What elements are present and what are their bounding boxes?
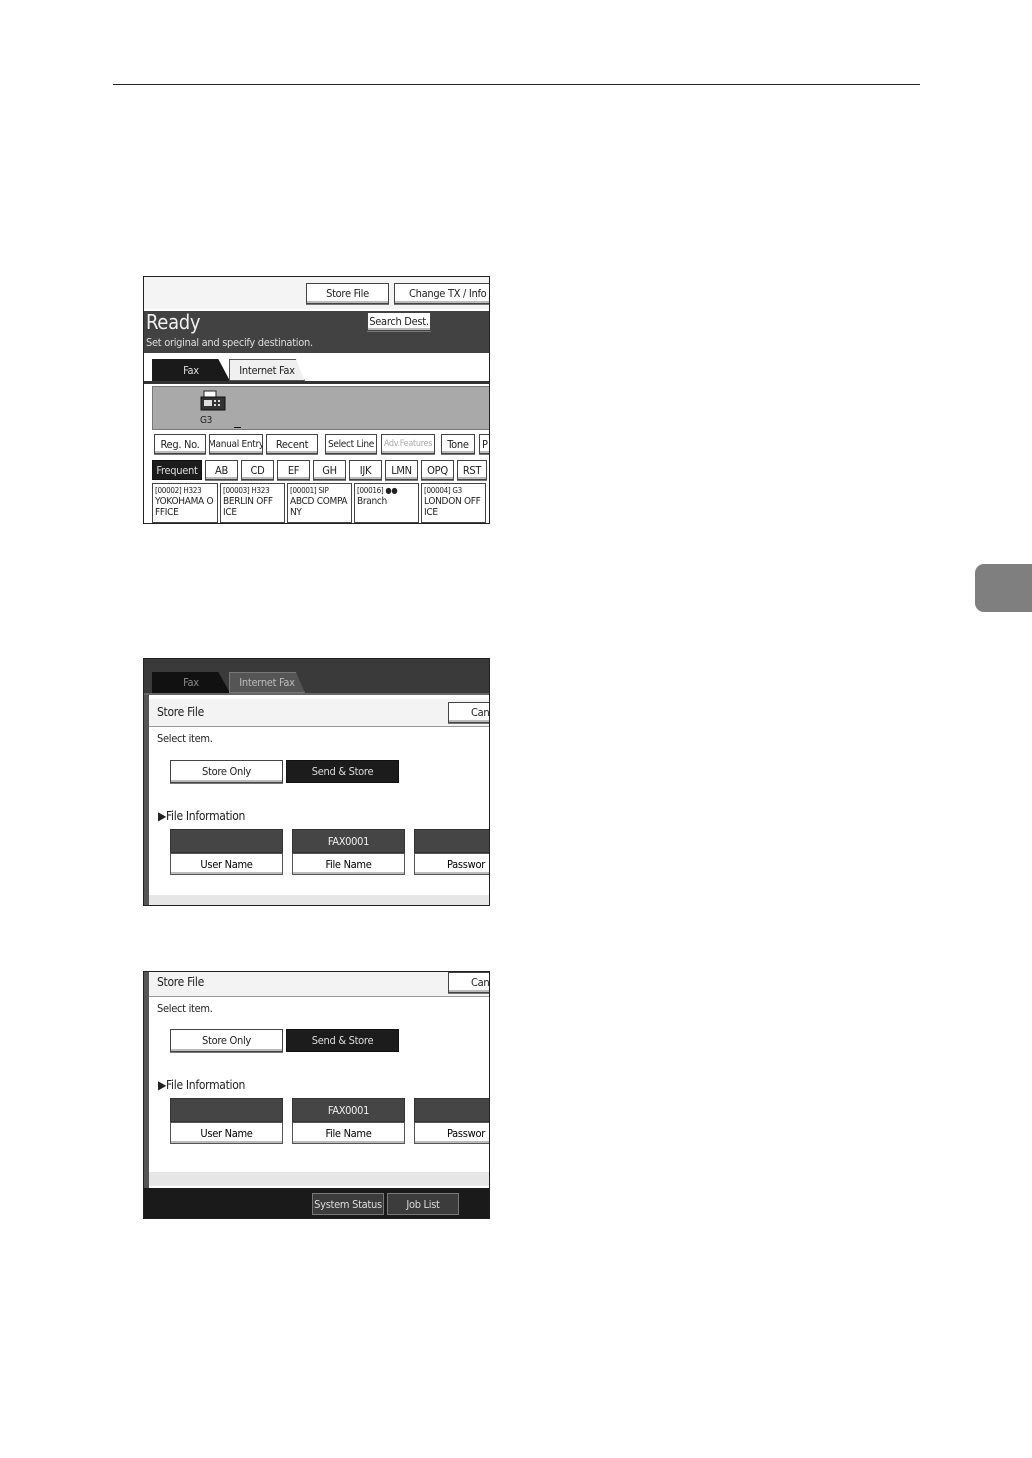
tab-underline — [144, 693, 489, 695]
file-name-value: FAX0001 — [292, 1098, 405, 1122]
instruction-text: Set original and specify destination. — [146, 336, 313, 349]
destination-name-cont: ICE — [223, 507, 237, 518]
tab-fax[interactable]: Fax — [152, 359, 230, 381]
tab-fax[interactable]: Fax — [152, 672, 230, 693]
store-file-screen: Fax Internet Fax Store File Can Select i… — [143, 658, 490, 906]
header-rule — [113, 84, 920, 85]
password-button[interactable]: Passwor — [414, 853, 489, 875]
system-status-button[interactable]: System Status — [312, 1193, 384, 1215]
destination-key[interactable]: [00002] H323 YOKOHAMA O FFICE — [152, 483, 218, 523]
reg-no-button[interactable]: Reg. No. — [154, 434, 206, 454]
chapter-thumb-tab — [975, 564, 1032, 612]
select-line-button[interactable]: Select Line — [325, 434, 377, 454]
job-list-button[interactable]: Job List — [387, 1193, 459, 1215]
destination-key[interactable]: [00016] ●● Branch — [354, 483, 419, 523]
recent-button[interactable]: Recent — [266, 434, 318, 454]
user-name-value — [170, 1098, 283, 1122]
select-item-text: Select item. — [157, 1002, 213, 1015]
select-item-text: Select item. — [157, 732, 213, 745]
password-field[interactable]: Passwor — [414, 1098, 489, 1144]
store-file-button[interactable]: Store File — [306, 283, 389, 304]
tab-internet-fax[interactable]: Internet Fax — [229, 672, 305, 693]
file-information-heading: ▶File Information — [158, 809, 246, 823]
user-name-button[interactable]: User Name — [170, 1122, 283, 1144]
destination-code-text: [00016] — [357, 486, 384, 495]
cancel-button[interactable]: Can — [448, 702, 489, 723]
destination-name-cont: NY — [290, 507, 302, 518]
store-file-screen-selected: Store File Can Select item. Store Only S… — [143, 971, 490, 1219]
destination-code: [00016] ●● — [357, 485, 416, 496]
file-information-heading: ▶File Information — [158, 1078, 246, 1092]
ready-status: Ready — [146, 310, 201, 334]
dialog-footer — [149, 1172, 489, 1186]
user-name-field[interactable]: User Name — [170, 1098, 283, 1144]
destination-name: YOKOHAMA O — [155, 496, 214, 507]
index-tab-ef[interactable]: EF — [277, 460, 310, 480]
cancel-button[interactable]: Can — [448, 972, 489, 993]
group-icon: ●● — [385, 486, 398, 495]
destination-key[interactable]: [00001] SIP ABCD COMPA NY — [287, 483, 352, 523]
file-name-field[interactable]: FAX0001 File Name — [292, 829, 405, 875]
password-field[interactable]: Passwor — [414, 829, 489, 875]
index-tab-ab[interactable]: AB — [205, 460, 238, 480]
destination-code: [00004] G3 — [424, 486, 462, 495]
destination-code: [00001] SIP — [290, 486, 329, 495]
send-and-store-button[interactable]: Send & Store — [286, 760, 399, 783]
index-tab-frequent[interactable]: Frequent — [152, 460, 202, 480]
user-name-button[interactable]: User Name — [170, 853, 283, 875]
index-tab-lmn[interactable]: LMN — [385, 460, 418, 480]
file-name-value: FAX0001 — [292, 829, 405, 853]
file-name-field[interactable]: FAX0001 File Name — [292, 1098, 405, 1144]
file-name-button[interactable]: File Name — [292, 853, 405, 875]
password-button[interactable]: Passwor — [414, 1122, 489, 1144]
change-tx-info-button[interactable]: Change TX / Info — [394, 283, 489, 304]
destination-name: BERLIN OFF — [223, 496, 273, 507]
destination-name: ABCD COMPA — [290, 496, 348, 507]
dialog-title: Store File — [157, 975, 204, 989]
fax-machine-icon — [200, 390, 226, 411]
send-and-store-button[interactable]: Send & Store — [286, 1029, 399, 1052]
destination-key[interactable]: [00004] G3 LONDON OFF ICE — [421, 483, 486, 523]
user-name-value — [170, 829, 283, 853]
destination-name: Branch — [357, 496, 387, 507]
fax-ready-screen: Store File Change TX / Info Ready Set or… — [143, 276, 490, 524]
cursor-mark — [234, 427, 241, 428]
index-tab-ijk[interactable]: IJK — [349, 460, 382, 480]
index-tab-opq[interactable]: OPQ — [421, 460, 454, 480]
store-only-button[interactable]: Store Only — [170, 760, 283, 783]
destination-name-cont: ICE — [424, 507, 438, 518]
password-value — [414, 829, 489, 853]
password-value — [414, 1098, 489, 1122]
tab-internet-fax[interactable]: Internet Fax — [229, 359, 305, 381]
left-frame — [144, 972, 149, 1190]
tone-button[interactable]: Tone — [441, 434, 475, 454]
user-name-field[interactable]: User Name — [170, 829, 283, 875]
index-tab-rst[interactable]: RST — [457, 460, 487, 480]
store-only-button[interactable]: Store Only — [170, 1029, 283, 1052]
file-name-button[interactable]: File Name — [292, 1122, 405, 1144]
adv-features-button[interactable]: Adv.Features — [381, 434, 435, 454]
destination-name: LONDON OFF — [424, 496, 481, 507]
dialog-footer — [149, 895, 489, 905]
tab-underline — [144, 381, 489, 384]
pause-button[interactable]: P — [479, 434, 489, 454]
manual-entry-button[interactable]: Manual Entry — [209, 434, 263, 454]
index-tab-gh[interactable]: GH — [313, 460, 346, 480]
destination-name-cont: FFICE — [155, 507, 179, 518]
index-tab-cd[interactable]: CD — [241, 460, 274, 480]
search-destination-button[interactable]: Search Dest. — [367, 312, 431, 331]
destination-code: [00003] H323 — [223, 486, 270, 495]
destination-code: [00002] H323 — [155, 486, 202, 495]
dialog-title: Store File — [157, 705, 204, 719]
line-g3-label: G3 — [200, 415, 213, 426]
destination-key[interactable]: [00003] H323 BERLIN OFF ICE — [220, 483, 285, 523]
